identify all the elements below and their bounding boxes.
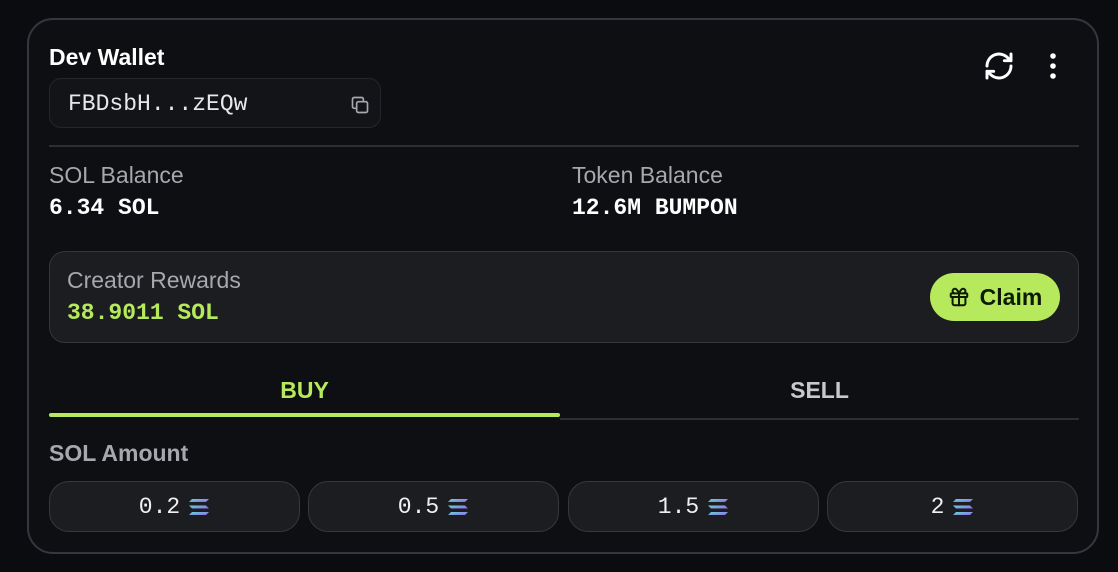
solana-icon [189, 498, 210, 515]
amount-preset-button[interactable]: 2 [827, 481, 1078, 532]
copy-icon[interactable] [350, 95, 370, 115]
creator-rewards-label: Creator Rewards [67, 267, 241, 293]
wallet-title: Dev Wallet [49, 44, 165, 70]
amount-preset-value: 2 [930, 493, 945, 520]
tab-buy[interactable]: BUY [49, 360, 560, 420]
creator-rewards-value: 38.9011 SOL [67, 300, 219, 326]
more-vertical-icon[interactable] [1041, 50, 1065, 82]
dev-wallet-card: Dev Wallet FBDsbH...zEQw SOL Balance 6.3… [27, 18, 1099, 554]
amount-preset-value: 0.2 [138, 493, 181, 520]
amount-preset-button[interactable]: 0.5 [308, 481, 559, 532]
tab-active-indicator [49, 413, 560, 417]
claim-label: Claim [979, 283, 1043, 310]
creator-rewards-panel: Creator Rewards 38.9011 SOL Claim [49, 251, 1079, 343]
wallet-address: FBDsbH...zEQw [68, 91, 248, 117]
sol-amount-label: SOL Amount [49, 440, 189, 466]
sol-balance-value: 6.34 SOL [49, 195, 160, 221]
sol-balance-label: SOL Balance [49, 162, 184, 188]
amount-preset-value: 0.5 [397, 493, 440, 520]
token-balance-label: Token Balance [572, 162, 723, 188]
gift-icon [949, 287, 968, 307]
amount-preset-value: 1.5 [657, 493, 700, 520]
tab-sell[interactable]: SELL [560, 360, 1079, 420]
header-divider [49, 145, 1079, 147]
token-balance-value: 12.6M BUMPON [572, 195, 738, 221]
tab-divider [560, 418, 1079, 420]
claim-button[interactable]: Claim [930, 273, 1060, 321]
amount-preset-button[interactable]: 0.2 [49, 481, 300, 532]
solana-icon [448, 498, 469, 515]
refresh-icon[interactable] [983, 50, 1015, 82]
wallet-address-box: FBDsbH...zEQw [49, 78, 381, 128]
solana-icon [953, 498, 974, 515]
amount-preset-button[interactable]: 1.5 [568, 481, 819, 532]
solana-icon [708, 498, 729, 515]
